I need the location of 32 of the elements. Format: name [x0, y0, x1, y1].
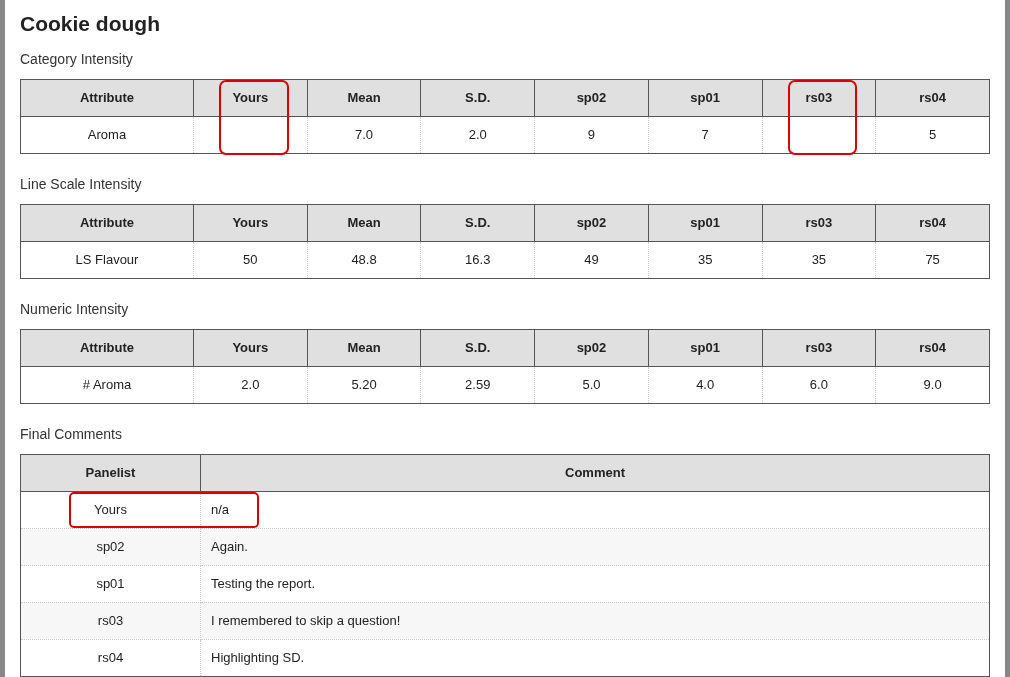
- column-header: sp01: [648, 79, 762, 116]
- column-header: Panelist: [20, 454, 201, 491]
- column-header: rs03: [762, 204, 876, 241]
- column-header: S.D.: [420, 329, 535, 366]
- section-heading: Category Intensity: [20, 49, 133, 69]
- section-heading: Numeric Intensity: [20, 299, 129, 319]
- column-header: Attribute: [20, 329, 194, 366]
- page-title: Cookie dough: [20, 11, 160, 37]
- column-header: Comment: [200, 454, 990, 491]
- section-heading: Line Scale Intensity: [20, 174, 142, 194]
- column-header: sp02: [534, 329, 649, 366]
- column-header: S.D.: [420, 204, 535, 241]
- column-header: Yours: [193, 329, 308, 366]
- column-header: sp02: [534, 204, 649, 241]
- column-header: Mean: [307, 329, 421, 366]
- column-header: rs04: [875, 204, 990, 241]
- column-header: sp01: [648, 329, 762, 366]
- table-cell: rs03: [20, 602, 201, 639]
- section-heading: Final Comments: [20, 424, 122, 444]
- column-header: Attribute: [20, 79, 194, 116]
- column-header: rs04: [875, 329, 990, 366]
- table-cell: sp02: [20, 528, 201, 565]
- column-header: sp01: [648, 204, 762, 241]
- column-header: rs04: [875, 79, 990, 116]
- column-header: S.D.: [420, 79, 535, 116]
- column-header: Yours: [193, 204, 308, 241]
- column-header: Mean: [307, 204, 421, 241]
- table-cell: sp01: [20, 565, 201, 602]
- column-header: rs03: [762, 329, 876, 366]
- column-header: sp02: [534, 79, 649, 116]
- column-header: Mean: [307, 79, 421, 116]
- column-header: Attribute: [20, 204, 194, 241]
